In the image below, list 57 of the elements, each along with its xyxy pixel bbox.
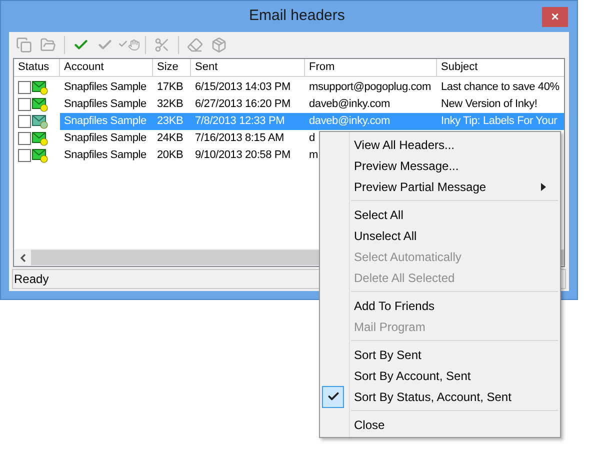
status-text: Ready xyxy=(14,271,49,288)
table-cell: Snapfiles Sample xyxy=(64,98,146,110)
column-header[interactable]: Sent xyxy=(191,59,305,76)
menu-item[interactable]: Sort By Status, Account, Sent xyxy=(320,386,560,407)
column-header[interactable]: From xyxy=(305,59,437,76)
table-cell: daveb@inky.com xyxy=(309,98,390,110)
check-icon xyxy=(322,386,344,408)
column-header[interactable]: Account xyxy=(60,59,153,76)
checkbox[interactable] xyxy=(18,81,31,94)
table-cell: 20KB xyxy=(157,149,184,162)
envelope-icon xyxy=(32,148,48,162)
submenu-arrow-icon xyxy=(541,182,546,190)
table-cell: Inky Tip: Labels For Your xyxy=(441,115,558,128)
table-cell: 9/10/2013 20:58 PM xyxy=(195,149,290,162)
table-cell: 6/15/2013 14:03 PM xyxy=(195,81,290,94)
menu-item[interactable]: View All Headers... xyxy=(320,134,560,155)
checkbox[interactable] xyxy=(18,149,31,162)
table-cell: Snapfiles Sample xyxy=(64,132,146,144)
table-cell: 23KB xyxy=(157,115,184,128)
menu-item[interactable]: Select All xyxy=(320,204,560,225)
menu-item[interactable]: Add To Friends xyxy=(320,295,560,316)
table-cell: 7/8/2013 12:33 PM xyxy=(195,115,285,128)
menu-item[interactable]: Unselect All xyxy=(320,225,560,246)
envelope-icon xyxy=(32,80,48,94)
column-header[interactable]: Size xyxy=(153,59,191,76)
table-cell: Snapfiles Sample xyxy=(64,149,146,162)
checkbox[interactable] xyxy=(18,115,31,128)
table-cell: 7/16/2013 8:15 AM xyxy=(195,132,284,144)
table-cell: d xyxy=(309,132,315,144)
table-cell: msupport@pogoplug.com xyxy=(309,81,431,94)
list-row[interactable]: Snapfiles Sample 17KB 6/15/2013 14:03 PM msupport@pogoplug.com Last chance to save 40% xyxy=(60,79,564,96)
envelope-icon xyxy=(32,98,48,112)
envelope-icon xyxy=(32,132,48,146)
window-title: Email headers xyxy=(249,6,345,26)
menu-item[interactable]: Sort By Sent xyxy=(320,344,560,365)
menu-item[interactable]: Preview Message... xyxy=(320,155,560,176)
envelope-icon xyxy=(32,114,48,128)
table-cell: Snapfiles Sample xyxy=(64,81,146,94)
table-cell: m xyxy=(309,149,318,162)
checkbox[interactable] xyxy=(18,98,31,111)
column-header[interactable]: Status xyxy=(14,59,60,76)
table-cell: 17KB xyxy=(157,81,184,94)
menu-item[interactable]: Close xyxy=(320,414,560,435)
menu-item[interactable]: Sort By Account, Sent xyxy=(320,365,560,386)
table-cell: 24KB xyxy=(157,132,184,144)
list-row[interactable]: Snapfiles Sample 32KB 6/27/2013 16:20 PM daveb@inky.com New Version of Inky! xyxy=(60,96,564,113)
column-header[interactable]: Subject xyxy=(437,59,564,76)
close-button[interactable]: × xyxy=(542,6,568,26)
menu-item[interactable]: Preview Partial Message xyxy=(320,176,560,197)
scroll-left-icon[interactable] xyxy=(14,249,31,266)
table-cell: 32KB xyxy=(157,98,184,110)
table-cell: New Version of Inky! xyxy=(441,98,538,110)
table-cell: Last chance to save 40% xyxy=(441,81,560,94)
table-cell: 6/27/2013 16:20 PM xyxy=(195,98,290,110)
table-cell: Snapfiles Sample xyxy=(64,115,146,128)
checkbox[interactable] xyxy=(18,132,31,145)
table-cell: daveb@inky.com xyxy=(309,115,390,128)
